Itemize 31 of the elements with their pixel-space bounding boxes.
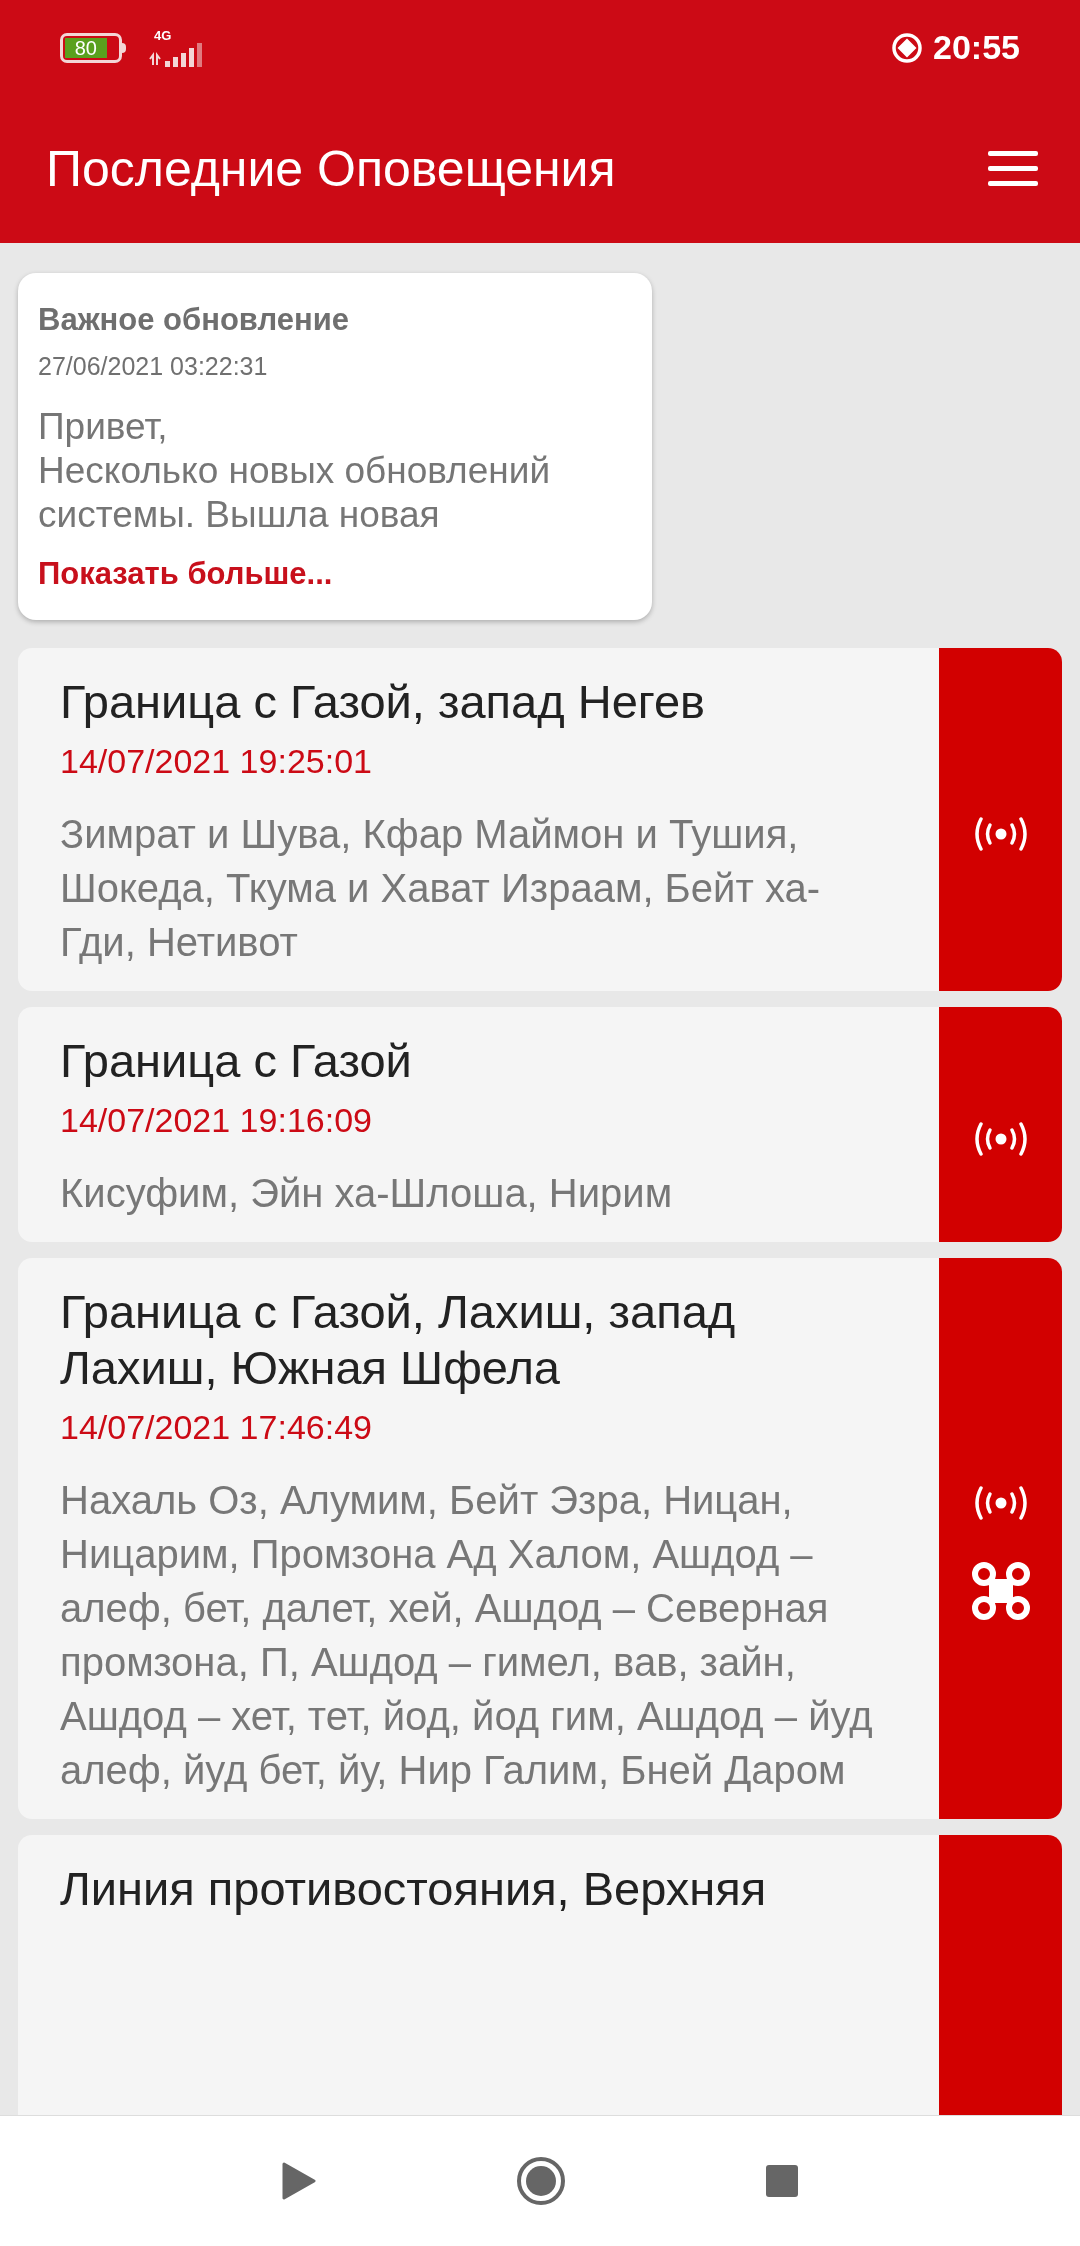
broadcast-icon <box>972 816 1029 852</box>
battery-level: 80 <box>65 37 107 58</box>
show-more-link[interactable]: Показать больше... <box>38 551 632 598</box>
notice-text: Привет, Несколько новых обновлений системы. Вышла новая <box>38 405 552 537</box>
broadcast-icon <box>972 1121 1029 1157</box>
alert-title: Линия противостояния, Верхняя <box>60 1860 768 1917</box>
back-icon[interactable] <box>282 2162 316 2200</box>
rotation-lock-icon <box>891 31 924 64</box>
alert-title: Граница с Газой <box>60 1032 413 1089</box>
alert-card[interactable]: Линия противостояния, Верхняя <box>18 1834 1062 2115</box>
alert-title: Граница с Газой, запад Негев <box>60 673 706 730</box>
alert-card[interactable] <box>18 1257 1062 1819</box>
alert-time: 14/07/2021 19:25:01 <box>60 740 373 782</box>
notice-date: 27/06/2021 03:22:31 <box>38 350 269 382</box>
alert-places: Нахаль Оз, Алумим, Бейт Эзра, Ницан, Ницарим, Промзона Ад Халом, Ашдод – алеф, бет, далет, хей, Ашдод – Северная промзона, П, Ашдод – гимел, вав, зайн, Ашдод – хет, тет, йод, йод гим, Ашдод – йуд алеф, йуд бет, йу, Нир Галим, Бней Даром <box>60 1476 874 1794</box>
clock-time: 20:55 <box>933 27 1020 68</box>
home-icon[interactable] <box>516 2156 566 2206</box>
drone-icon <box>970 1561 1031 1621</box>
alert-card[interactable]: Граница с Газой 14/07/2021 19:16:09 Кисуфим, Эйн ха-Шлоша, Нирим <box>18 1006 1062 1242</box>
broadcast-icon <box>972 1485 1029 1521</box>
alert-card[interactable]: Граница с Газой, запад Негев 14/07/2021 19:25:01 Зимрат и Шува, Кфар Маймон и Тушия, Шокеда, Ткума и Хават Израам, Бейт ха-Гди, Нетивот <box>18 647 1062 991</box>
screen-title: Последние Оповещения <box>46 139 616 199</box>
alert-time: 14/07/2021 17:46:49 <box>60 1406 373 1448</box>
menu-icon[interactable] <box>988 151 1038 187</box>
alert-places: Кисуфим, Эйн ха-Шлоша, Нирим <box>60 1169 674 1217</box>
alert-time: 14/07/2021 19:16:09 <box>60 1099 373 1141</box>
signal-icon <box>148 42 204 67</box>
alert-places: Зимрат и Шува, Кфар Маймон и Тушия, Шокеда, Ткума и Хават Израам, Бейт ха-Гди, Нетивот <box>60 810 821 966</box>
network-type: 4G <box>154 28 172 43</box>
notice-title: Важное обновление <box>38 301 351 339</box>
alert-title: Граница с Газой, Лахиш, запад Лахиш, Южная Шфела <box>60 1283 737 1396</box>
